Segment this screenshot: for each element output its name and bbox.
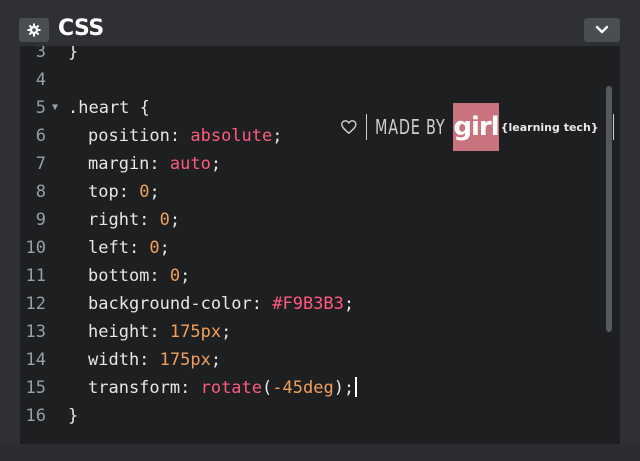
css-value: auto bbox=[169, 154, 211, 174]
css-punctuation: ( bbox=[262, 378, 273, 398]
code-line[interactable]: 10 left: 0; bbox=[20, 234, 620, 262]
watermark: MADE BY girl {learning tech} bbox=[340, 101, 620, 153]
css-property: right: bbox=[88, 210, 160, 230]
css-value: 175px bbox=[159, 350, 211, 370]
css-terminator: ; bbox=[221, 322, 232, 342]
css-terminator: ; bbox=[210, 154, 222, 174]
panel-header: CSS bbox=[0, 0, 640, 46]
css-property: background-color: bbox=[88, 294, 273, 314]
code-line[interactable]: 9 right: 0; bbox=[20, 206, 620, 234]
chevron-down-icon bbox=[595, 25, 609, 34]
code-text: width: 175px; bbox=[88, 346, 221, 374]
watermark-tagline: {learning tech} bbox=[500, 120, 599, 134]
code-line[interactable]: 15 transform: rotate(-45deg); bbox=[20, 374, 620, 402]
css-property: height: bbox=[88, 322, 170, 342]
code-text: bottom: 0; bbox=[88, 262, 190, 290]
line-number: 13 bbox=[25, 322, 46, 342]
settings-button[interactable] bbox=[19, 18, 49, 42]
heart-outline-icon bbox=[341, 120, 357, 135]
panel-title: CSS bbox=[58, 16, 104, 41]
code-editor[interactable]: 3} 4 5 ▼ .heart { 6 position: absolute; 7 margin… bbox=[20, 46, 620, 444]
css-terminator: ; bbox=[169, 210, 181, 230]
line-number: 3 bbox=[35, 46, 46, 62]
code-line[interactable]: 7 margin: auto; bbox=[20, 150, 620, 178]
css-value: 0 bbox=[139, 182, 150, 202]
line-number: 14 bbox=[25, 350, 46, 370]
code-line[interactable]: 8 top: 0; bbox=[20, 178, 620, 206]
code-line[interactable]: 16} bbox=[20, 402, 620, 430]
code-token: .heart { bbox=[68, 98, 150, 118]
css-property: margin: bbox=[88, 154, 170, 174]
watermark-divider-right bbox=[612, 114, 615, 140]
css-terminator: ; bbox=[272, 126, 283, 146]
css-terminator: ; bbox=[210, 350, 222, 370]
collapse-button[interactable] bbox=[584, 18, 620, 42]
code-line[interactable]: 13 height: 175px; bbox=[20, 318, 620, 346]
css-terminator: ); bbox=[333, 378, 355, 398]
css-panel: CSS 3} 4 5 ▼ .heart { 6 position: absolute; 7 ma… bbox=[0, 0, 640, 461]
css-terminator: ; bbox=[343, 294, 355, 314]
code-line[interactable]: 14 width: 175px; bbox=[20, 346, 620, 374]
code-text: transform: rotate(-45deg); bbox=[88, 374, 358, 402]
code-text: margin: auto; bbox=[88, 150, 221, 178]
line-number: 15 bbox=[25, 378, 46, 398]
css-value: 0 bbox=[159, 210, 170, 230]
code-text: } bbox=[68, 46, 78, 66]
css-value: #F9B3B3 bbox=[272, 294, 344, 314]
line-number: 5 bbox=[35, 98, 46, 118]
css-terminator: ; bbox=[159, 238, 170, 258]
line-number: 8 bbox=[35, 182, 46, 202]
css-property: transform: bbox=[88, 378, 201, 398]
code-line[interactable]: 3} bbox=[20, 46, 620, 66]
line-number: 10 bbox=[25, 238, 46, 258]
text-cursor bbox=[355, 377, 358, 397]
line-number: 16 bbox=[25, 406, 46, 426]
watermark-made-by: MADE BY bbox=[375, 115, 446, 139]
css-property: left: bbox=[88, 238, 150, 258]
code-text: top: 0; bbox=[88, 178, 160, 206]
gear-icon bbox=[27, 23, 41, 37]
fold-toggle-icon[interactable]: ▼ bbox=[52, 94, 58, 122]
line-number: 7 bbox=[35, 154, 46, 174]
css-property: width: bbox=[88, 350, 160, 370]
css-value: 0 bbox=[149, 238, 160, 258]
watermark-divider bbox=[365, 114, 368, 140]
code-text: .heart { bbox=[68, 94, 150, 122]
css-property: top: bbox=[88, 182, 140, 202]
code-text: position: absolute; bbox=[88, 122, 283, 150]
line-number: 4 bbox=[35, 70, 46, 90]
css-terminator: ; bbox=[180, 266, 191, 286]
css-value: rotate bbox=[200, 378, 263, 398]
code-text: left: 0; bbox=[88, 234, 170, 262]
line-number: 9 bbox=[35, 210, 46, 230]
css-value: 0 bbox=[169, 266, 181, 286]
code-text: } bbox=[68, 402, 78, 430]
css-value: 175px bbox=[169, 322, 222, 342]
code-line[interactable]: 11 bottom: 0; bbox=[20, 262, 620, 290]
css-value-arg: -45deg bbox=[272, 378, 334, 398]
code-token: } bbox=[68, 46, 79, 62]
panel-bottom-edge bbox=[0, 444, 640, 461]
line-number: 6 bbox=[35, 126, 46, 146]
code-text: right: 0; bbox=[88, 206, 180, 234]
line-number: 11 bbox=[25, 266, 46, 286]
code-token: } bbox=[68, 406, 79, 426]
css-property: bottom: bbox=[88, 266, 170, 286]
code-text: height: 175px; bbox=[88, 318, 231, 346]
code-line[interactable]: 4 bbox=[20, 66, 620, 94]
code-line[interactable]: 12 background-color: #F9B3B3; bbox=[20, 290, 620, 318]
code-text: background-color: #F9B3B3; bbox=[88, 290, 354, 318]
css-property: position: bbox=[88, 126, 191, 146]
watermark-brand-logo: girl bbox=[453, 103, 500, 151]
css-terminator: ; bbox=[149, 182, 160, 202]
css-value: absolute bbox=[190, 126, 273, 146]
line-number: 12 bbox=[25, 294, 46, 314]
